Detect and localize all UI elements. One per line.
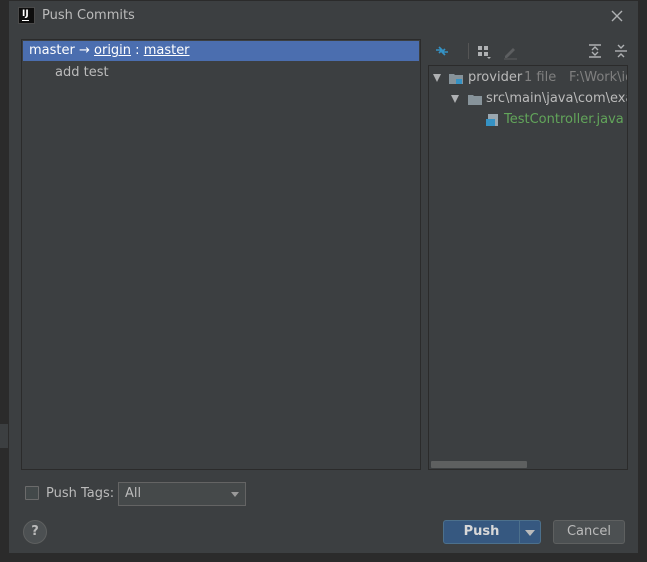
push-tags-label[interactable]: Push Tags:	[46, 486, 114, 501]
horizontal-scrollbar[interactable]	[431, 461, 527, 468]
local-branch: master	[29, 43, 75, 58]
commits-panel: master → origin : master add test	[21, 39, 421, 470]
push-button-label[interactable]: Push	[444, 521, 519, 543]
tree-node-provider[interactable]: provider 1 file F:\Work\ide	[429, 68, 627, 88]
expand-arrow-icon[interactable]	[433, 74, 441, 82]
push-commits-dialog: IJ Push Commits master → origin : master…	[8, 0, 639, 554]
expand-all-icon[interactable]	[586, 42, 604, 60]
toolbar-separator	[468, 43, 469, 59]
title-bar: IJ Push Commits	[9, 1, 638, 31]
java-class-icon	[486, 114, 498, 126]
chevron-down-icon	[231, 492, 239, 497]
push-options-dropdown-icon[interactable]	[525, 530, 535, 536]
close-icon[interactable]	[607, 6, 627, 26]
intellij-logo-icon: IJ	[18, 7, 35, 24]
button-separator	[519, 521, 520, 543]
tree-node-folder[interactable]: src\main\java\com\exam	[429, 89, 627, 109]
collapse-all-icon[interactable]	[612, 42, 630, 60]
target-branch-link[interactable]: master	[144, 43, 190, 58]
file-count: 1 file	[524, 70, 557, 85]
module-name: provider	[468, 70, 523, 85]
push-tags-dropdown[interactable]: All	[118, 482, 246, 506]
push-arrow: →	[74, 43, 95, 58]
remote-link[interactable]: origin	[94, 43, 131, 58]
background-window-edge	[0, 424, 8, 448]
push-tags-checkbox[interactable]	[25, 486, 39, 500]
file-name: TestController.java	[504, 112, 624, 127]
expand-arrow-icon[interactable]	[451, 95, 459, 103]
folder-icon	[468, 95, 482, 105]
push-button[interactable]: Push	[443, 520, 541, 544]
changes-toolbar	[429, 39, 638, 63]
changed-files-tree: provider 1 file F:\Work\ide src\main\jav…	[428, 65, 628, 470]
help-button[interactable]: ?	[23, 520, 47, 544]
group-by-icon[interactable]	[475, 42, 493, 60]
module-path: F:\Work\ide	[569, 70, 627, 85]
dialog-title: Push Commits	[42, 8, 135, 23]
cancel-button[interactable]: Cancel	[553, 520, 625, 544]
tree-node-file[interactable]: TestController.java	[429, 110, 627, 130]
edit-source-icon	[501, 42, 519, 60]
module-folder-icon	[449, 74, 463, 84]
show-diff-icon[interactable]	[433, 42, 451, 60]
folder-path: src\main\java\com\exam	[486, 91, 627, 106]
push-tags-value: All	[125, 486, 142, 501]
branch-row[interactable]: master → origin : master	[23, 41, 419, 61]
commit-item[interactable]: add test	[55, 65, 109, 80]
separator-colon: :	[131, 43, 144, 58]
